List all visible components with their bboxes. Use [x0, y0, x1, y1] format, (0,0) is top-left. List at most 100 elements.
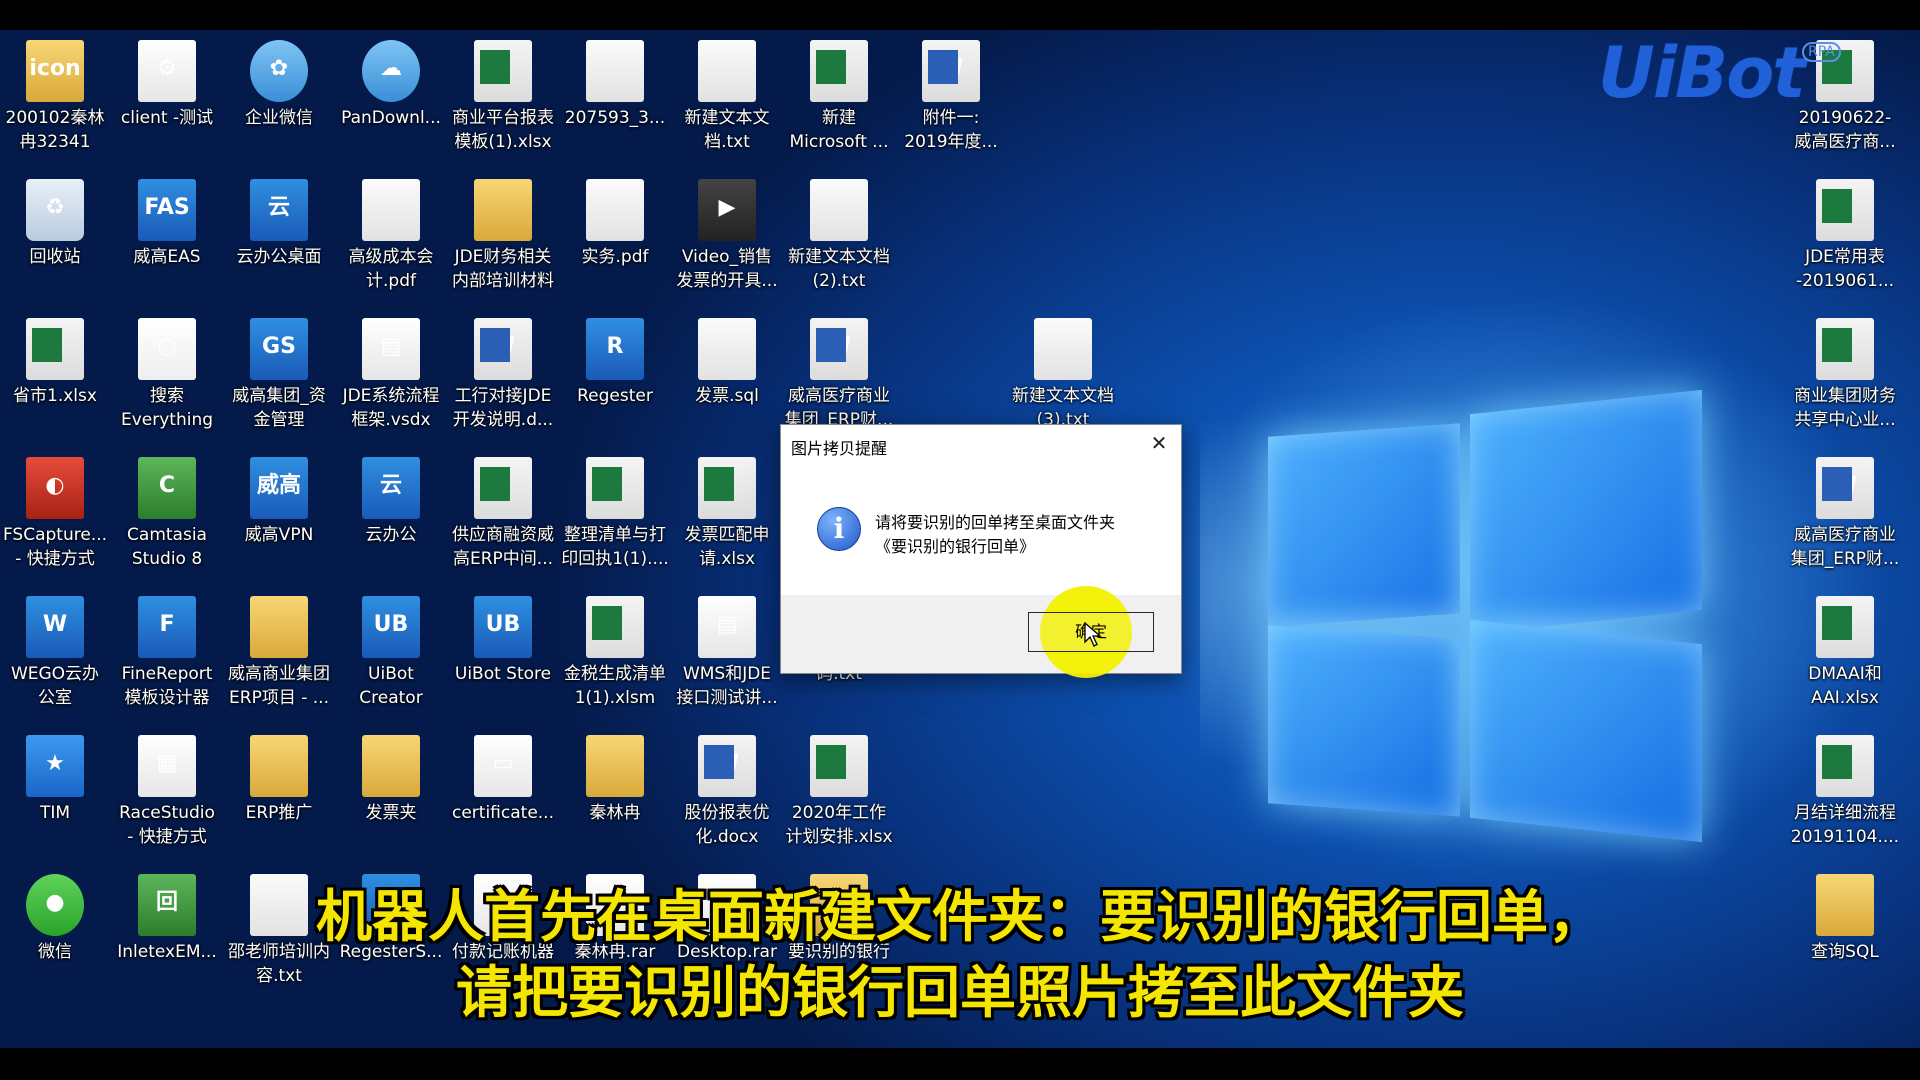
excel-file-icon: X: [1816, 735, 1874, 797]
desktop-icon-20[interactable]: X 省市1.xlsx: [0, 318, 110, 408]
desktop-icon-label: JDE系统流程 框架.vsdx: [342, 386, 440, 430]
desktop-icon-label: 云办公桌面: [236, 247, 322, 267]
icon-glyph: ○: [157, 334, 177, 359]
desktop-icon-label: client -测试: [120, 108, 214, 128]
desktop-icon-label: 20190622- 威高医疗商...: [1794, 108, 1896, 152]
desktop-icon-54[interactable]: X 2020年工作 计划安排.xlsx: [784, 735, 894, 849]
close-icon[interactable]: ✕: [1147, 431, 1171, 455]
desktop-icon-14[interactable]: 高级成本会 计.pdf: [336, 179, 446, 293]
folder-file-icon: [250, 596, 308, 658]
desktop-icon-23[interactable]: ▤ JDE系统流程 框架.vsdx: [336, 318, 446, 432]
desktop-icon-18[interactable]: 新建文本文档 (2).txt: [784, 179, 894, 293]
desktop-icon-29[interactable]: X 商业集团财务 共享中心业...: [1790, 318, 1900, 432]
icon-glyph: C: [158, 473, 176, 498]
desktop-icon-39[interactable]: F FineReport 模板设计器: [112, 596, 222, 710]
desktop-icon-label: 供应商融资威 高ERP中间...: [452, 525, 554, 569]
desktop-icon-24[interactable]: W 工行对接JDE 开发说明.d...: [448, 318, 558, 432]
desktop-icon-label: DMAAI和 AAI.xlsx: [1808, 664, 1882, 708]
desktop-icon-36[interactable]: X 发票匹配申 请.xlsx: [672, 457, 782, 571]
desktop-icon-25[interactable]: R Regester: [560, 318, 670, 408]
desktop-icon-3[interactable]: ✿ 企业微信: [224, 40, 334, 130]
desktop-icon-32[interactable]: 威高 威高VPN: [224, 457, 334, 547]
app-file-icon: 威高: [250, 457, 308, 519]
desktop-icon-19[interactable]: X JDE常用表 -2019061...: [1790, 179, 1900, 293]
desktop-icon-16[interactable]: 实务.pdf: [560, 179, 670, 269]
icon-glyph: X: [494, 56, 512, 81]
desktop-icon-34[interactable]: X 供应商融资威 高ERP中间...: [448, 457, 558, 571]
desktop-icon-label: UiBot Store: [454, 664, 552, 684]
desktop-icon-26[interactable]: 发票.sql: [672, 318, 782, 408]
mouse-cursor-icon: [1084, 622, 1102, 647]
desktop-icon-41[interactable]: UB UiBot Creator: [336, 596, 446, 710]
app-file-icon: FAS: [138, 179, 196, 241]
icon-glyph: X: [46, 334, 64, 359]
desktop-icon-51[interactable]: ▭ certificate...: [448, 735, 558, 825]
desktop-icon-44[interactable]: ▤ WMS和JDE 接口测试讲...: [672, 596, 782, 710]
app-file-icon: F: [138, 596, 196, 658]
desktop-icon-label: 云办公: [365, 525, 417, 545]
windows-logo-pane-top-left: [1268, 423, 1460, 627]
desktop-icon-27[interactable]: W 威高医疗商业 集团_ERP财...: [784, 318, 894, 432]
desktop-icon-46[interactable]: X DMAAI和 AAI.xlsx: [1790, 596, 1900, 710]
desktop-icon-40[interactable]: 威高商业集团 ERP项目 - ...: [224, 596, 334, 710]
icon-glyph: ★: [45, 751, 65, 776]
desktop-icon-50[interactable]: 发票夹: [336, 735, 446, 825]
icon-glyph: W: [826, 334, 852, 359]
desktop-icon-30[interactable]: ◐ FSCapture... - 快捷方式: [0, 457, 110, 571]
excel-file-icon: X: [474, 457, 532, 519]
windows-logo-pane-bottom-left: [1268, 625, 1460, 817]
desktop-icon-35[interactable]: X 整理清单与打 印回执1(1)....: [560, 457, 670, 571]
icon-glyph: 云: [267, 195, 290, 220]
desktop-icon-42[interactable]: UB UiBot Store: [448, 596, 558, 686]
desktop-icon-43[interactable]: X 金税生成清单 1(1).xlsm: [560, 596, 670, 710]
desktop-icon-49[interactable]: ERP推广: [224, 735, 334, 825]
desktop-icon-13[interactable]: 云云办公桌面: [224, 179, 334, 269]
icon-glyph: ▤: [716, 612, 738, 637]
desktop-icon-21[interactable]: ○ 搜索 Everything: [112, 318, 222, 432]
desktop-icon-label: 金税生成清单 1(1).xlsm: [564, 664, 666, 708]
desktop-icon-28[interactable]: 新建文本文档 (3).txt: [1008, 318, 1118, 432]
desktop-icon-15[interactable]: JDE财务相关 内部培训材料: [448, 179, 558, 293]
desktop-icon-37[interactable]: W 威高医疗商业 集团_ERP财...: [1790, 457, 1900, 571]
desktop-icon-17[interactable]: ▶ Video_销售 发票的开具...: [672, 179, 782, 293]
icon-glyph: X: [606, 612, 624, 637]
excel-file-icon: X: [586, 457, 644, 519]
icon-glyph: W: [42, 612, 68, 637]
star-file-icon: ★: [26, 735, 84, 797]
icon-glyph: GS: [262, 334, 296, 359]
icon-glyph: ▭: [492, 751, 514, 776]
word-file-icon: W: [810, 318, 868, 380]
desktop-icon-label: JDE财务相关 内部培训材料: [452, 247, 554, 291]
icon-glyph: W: [714, 751, 740, 776]
desktop-icon-9[interactable]: W 附件一: 2019年度...: [896, 40, 1006, 154]
desktop-icon-label: 威高医疗商业 集团_ERP财...: [1790, 525, 1900, 569]
desktop-icon-6[interactable]: 207593_3...: [560, 40, 670, 130]
desktop-icon-label: 实务.pdf: [581, 247, 649, 267]
app-file-icon: GS: [250, 318, 308, 380]
icon-glyph: R: [606, 334, 624, 359]
desktop-icon-33[interactable]: 云云办公: [336, 457, 446, 547]
desktop-icon-7[interactable]: 新建文本文 档.txt: [672, 40, 782, 154]
desktop-icon-12[interactable]: FAS 威高EAS: [112, 179, 222, 269]
icon-glyph: W: [1832, 473, 1858, 498]
desktop-icon-2[interactable]: ⚙ client -测试: [112, 40, 222, 130]
desktop-icon-48[interactable]: ▦ RaceStudio - 快捷方式: [112, 735, 222, 849]
desktop-icon-4[interactable]: ☁ PanDownl...: [336, 40, 446, 130]
desktop-icon-38[interactable]: W WEGO云办 公室: [0, 596, 110, 710]
desktop-icon-11[interactable]: ♻ 回收站: [0, 179, 110, 269]
desktop-icon-52[interactable]: 秦林冉: [560, 735, 670, 825]
desktop-icon-55[interactable]: X 月结详细流程 20191104....: [1790, 735, 1900, 849]
desktop-icon-47[interactable]: ★ TIM: [0, 735, 110, 825]
desktop-icon-label: 企业微信: [245, 108, 313, 128]
desktop-icon-8[interactable]: X 新建 Microsoft ...: [784, 40, 894, 154]
doc-file-icon: [586, 40, 644, 102]
desktop-icon-53[interactable]: W 股份报表优 化.docx: [672, 735, 782, 849]
desktop-icon-label: 工行对接JDE 开发说明.d...: [452, 386, 554, 430]
desktop-icon-1[interactable]: icon 200102秦林 冉32341: [0, 40, 110, 154]
desktop-icon-31[interactable]: C Camtasia Studio 8: [112, 457, 222, 571]
icon-glyph: ♻: [45, 195, 65, 220]
desktop-icon-5[interactable]: X 商业平台报表 模板(1).xlsx: [448, 40, 558, 154]
icon-glyph: X: [718, 473, 736, 498]
info-icon: i: [817, 507, 861, 551]
desktop-icon-22[interactable]: GS 威高集团_资 金管理: [224, 318, 334, 432]
